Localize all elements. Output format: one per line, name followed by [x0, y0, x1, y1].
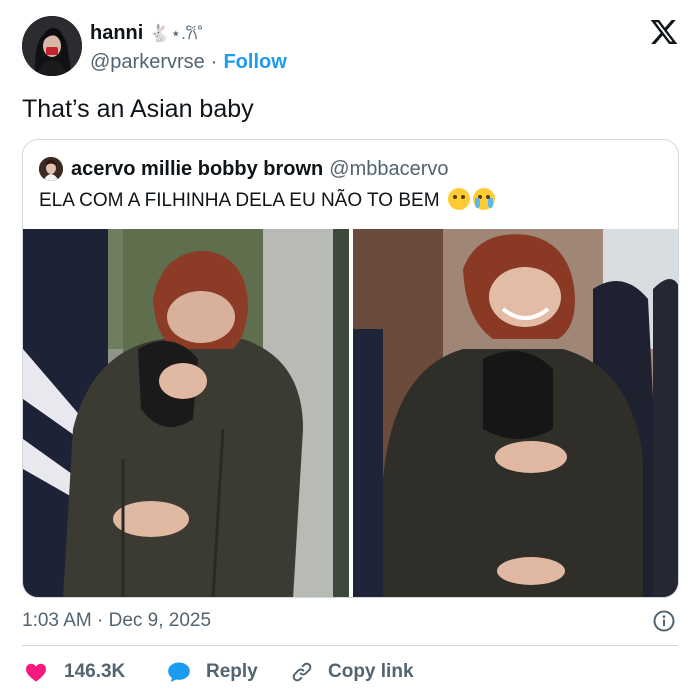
heart-icon: [26, 663, 46, 682]
reply-label: Reply: [206, 661, 258, 682]
tweet-text: That’s an Asian baby: [22, 95, 254, 123]
author-display-name[interactable]: hanni: [90, 22, 143, 44]
quoted-display-name: acervo millie bobby brown: [71, 158, 324, 180]
link-icon: [292, 662, 312, 682]
follow-button[interactable]: Follow: [223, 51, 286, 73]
quoted-text-body: ELA COM A FILHINHA DELA EU NÃO TO BEM: [39, 190, 440, 211]
avatar[interactable]: [22, 16, 82, 76]
photo-right[interactable]: [353, 229, 678, 597]
quoted-media: [23, 229, 678, 597]
author-block: hanni 🐇⋆.𐙚˚ @parkervrse · Follow: [90, 20, 287, 75]
pleading-face-emoji: [447, 188, 470, 210]
photo-left[interactable]: [23, 229, 349, 597]
quoted-text: ELA COM A FILHINHA DELA EU NÃO TO BEM: [39, 188, 495, 214]
quoted-author: acervo millie bobby brown @mbbacervo: [71, 157, 449, 181]
tweet-card: hanni 🐇⋆.𐙚˚ @parkervrse · Follow That’s an …: [0, 0, 700, 700]
tweet-header: hanni 🐇⋆.𐙚˚ @parkervrse · Follow: [22, 16, 682, 78]
separator-dot: ·: [210, 51, 218, 73]
quoted-tweet[interactable]: acervo millie bobby brown @mbbacervo ELA …: [22, 139, 679, 598]
author-name[interactable]: hanni 🐇⋆.𐙚˚: [90, 20, 287, 47]
reply-button[interactable]: Reply: [166, 657, 258, 687]
x-logo-icon[interactable]: [648, 16, 680, 48]
post-timestamp[interactable]: 1:03 AM · Dec 9, 2025: [22, 609, 211, 633]
copy-link-label: Copy link: [328, 661, 414, 682]
action-bar: 146.3K Reply Copy link: [22, 657, 678, 687]
like-button[interactable]: 146.3K: [24, 657, 125, 687]
quoted-handle: @mbbacervo: [329, 158, 449, 180]
name-decoration: 🐇⋆.𐙚˚: [149, 24, 204, 43]
divider: [22, 645, 678, 646]
author-handle[interactable]: @parkervrse: [90, 51, 205, 73]
quoted-avatar: [39, 157, 63, 181]
reply-bubble-icon: [168, 662, 190, 682]
handle-row: @parkervrse · Follow: [90, 49, 287, 75]
crying-face-emoji: [472, 188, 495, 210]
info-icon[interactable]: [652, 609, 676, 633]
like-count: 146.3K: [64, 661, 126, 682]
copy-link-button[interactable]: Copy link: [290, 657, 414, 687]
